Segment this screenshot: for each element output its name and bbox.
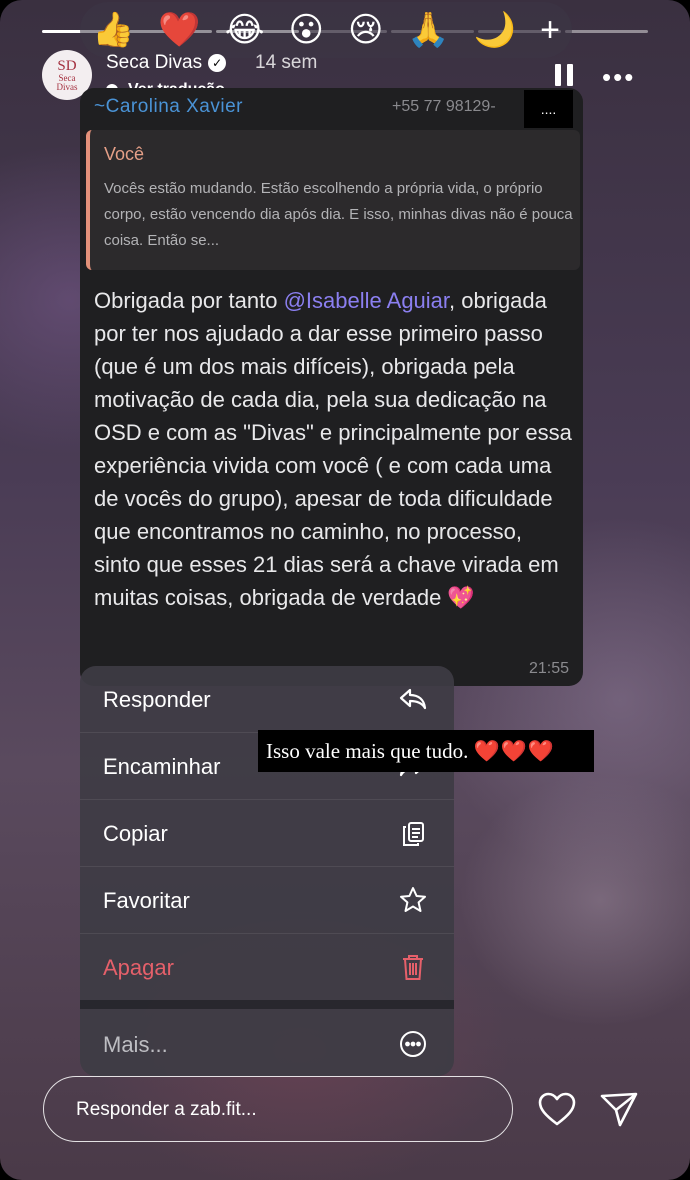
reply-placeholder: Responder a zab.fit...	[76, 1099, 257, 1120]
avatar-line2: Divas	[56, 81, 78, 92]
message-timestamp: 21:55	[528, 660, 569, 677]
username[interactable]: Seca Divas ✓	[106, 52, 227, 74]
context-menu: Responder Encaminhar Copiar Favoritar Ap…	[80, 666, 454, 1076]
story-text-overlay: Isso vale mais que tudo. ❤️❤️❤️	[258, 730, 594, 772]
send-icon[interactable]	[598, 1088, 640, 1130]
menu-label-copy: Copiar	[103, 821, 168, 846]
menu-label-reply: Responder	[103, 687, 211, 712]
message-bubble: ~Carolina Xavier +55 77 98129- .... Você…	[80, 88, 583, 686]
menu-item-favorite[interactable]: Favoritar	[80, 867, 454, 933]
quoted-author: Você	[104, 144, 145, 164]
trash-icon	[403, 955, 423, 980]
overlay-text: Isso vale mais que tudo.	[266, 739, 474, 763]
sender-phone: +55 77 98129-	[392, 98, 496, 115]
message-text-rest: , obrigada por ter nos ajudado a dar ess…	[94, 288, 572, 610]
message-body: Obrigada por tanto @Isabelle Aguiar, obr…	[94, 284, 574, 614]
mention-link[interactable]: @Isabelle Aguiar	[284, 288, 449, 313]
more-options-icon[interactable]: •••	[602, 62, 635, 93]
quoted-text: Vocês estão mudando. Estão escolhendo a …	[104, 180, 573, 249]
message-text-start: Obrigada por tanto	[94, 288, 284, 313]
menu-label-forward: Encaminhar	[103, 754, 221, 779]
reply-icon	[399, 688, 427, 710]
reply-input[interactable]: Responder a zab.fit...	[43, 1076, 513, 1142]
post-time: 14 sem	[255, 52, 318, 73]
sender-name: ~Carolina Xavier	[94, 96, 243, 117]
menu-label-more: Mais...	[103, 1032, 168, 1057]
like-heart-icon[interactable]	[537, 1090, 577, 1130]
avatar-monogram: SD	[57, 57, 77, 74]
quoted-message[interactable]: Você Vocês estão mudando. Estão escolhen…	[86, 130, 580, 270]
menu-item-copy[interactable]: Copiar	[80, 800, 454, 866]
menu-label-delete: Apagar	[103, 955, 174, 980]
menu-item-more[interactable]: Mais...	[80, 1011, 454, 1076]
menu-item-delete[interactable]: Apagar	[80, 934, 454, 1000]
menu-label-favorite: Favoritar	[103, 888, 190, 913]
more-circle-icon	[400, 1031, 426, 1057]
star-icon	[400, 887, 426, 912]
phone-redaction: ....	[524, 90, 573, 128]
story-viewer: 👍 ❤️ 😂 😮 😢 🙏 🌙 + SD Seca Divas Seca Diva…	[0, 0, 690, 1180]
pause-icon[interactable]	[555, 64, 575, 86]
verified-badge-icon: ✓	[208, 53, 227, 72]
overlay-hearts: ❤️❤️❤️	[473, 739, 556, 763]
menu-item-reply[interactable]: Responder	[80, 666, 454, 732]
username-text: Seca Divas	[106, 52, 203, 73]
copy-icon	[403, 822, 424, 846]
